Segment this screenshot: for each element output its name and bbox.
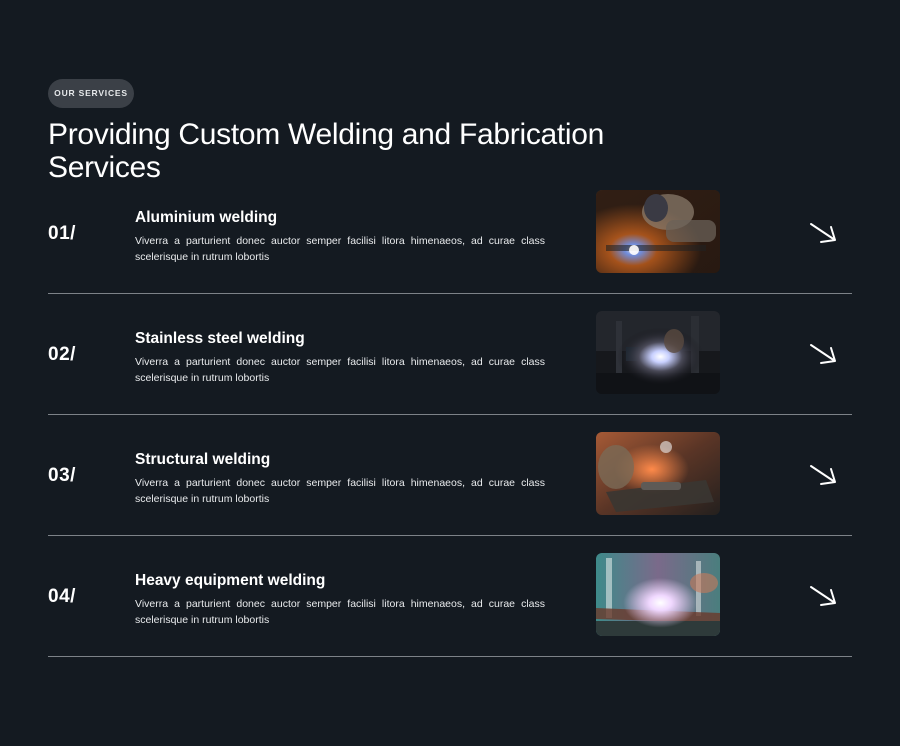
service-name[interactable]: Heavy equipment welding — [135, 572, 325, 590]
service-number: 01/ — [48, 223, 76, 244]
service-row-aluminium[interactable]: 01/ Aluminium welding Viverra a parturie… — [48, 173, 852, 294]
service-number: 04/ — [48, 586, 76, 607]
services-list: 01/ Aluminium welding Viverra a parturie… — [48, 173, 852, 657]
service-number: 03/ — [48, 465, 76, 486]
service-row-heavy-equipment[interactable]: 04/ Heavy equipment welding Viverra a pa… — [48, 536, 852, 657]
service-image-heavy-equipment — [596, 553, 720, 636]
service-row-stainless[interactable]: 02/ Stainless steel welding Viverra a pa… — [48, 294, 852, 415]
service-description: Viverra a parturient donec auctor semper… — [135, 598, 545, 626]
arrow-right-icon[interactable] — [808, 462, 840, 488]
service-number: 02/ — [48, 344, 76, 365]
service-name[interactable]: Aluminium welding — [135, 209, 277, 227]
service-image-structural — [596, 432, 720, 515]
arrow-right-icon[interactable] — [808, 341, 840, 367]
service-image-stainless — [596, 311, 720, 394]
service-description: Viverra a parturient donec auctor semper… — [135, 235, 545, 263]
service-description: Viverra a parturient donec auctor semper… — [135, 356, 545, 384]
service-row-structural[interactable]: 03/ Structural welding Viverra a parturi… — [48, 415, 852, 536]
section-badge: OUR SERVICES — [48, 79, 134, 108]
service-image-aluminium — [596, 190, 720, 273]
service-description: Viverra a parturient donec auctor semper… — [135, 477, 545, 505]
service-name[interactable]: Structural welding — [135, 451, 270, 469]
arrow-right-icon[interactable] — [808, 583, 840, 609]
arrow-right-icon[interactable] — [808, 220, 840, 246]
service-name[interactable]: Stainless steel welding — [135, 330, 305, 348]
